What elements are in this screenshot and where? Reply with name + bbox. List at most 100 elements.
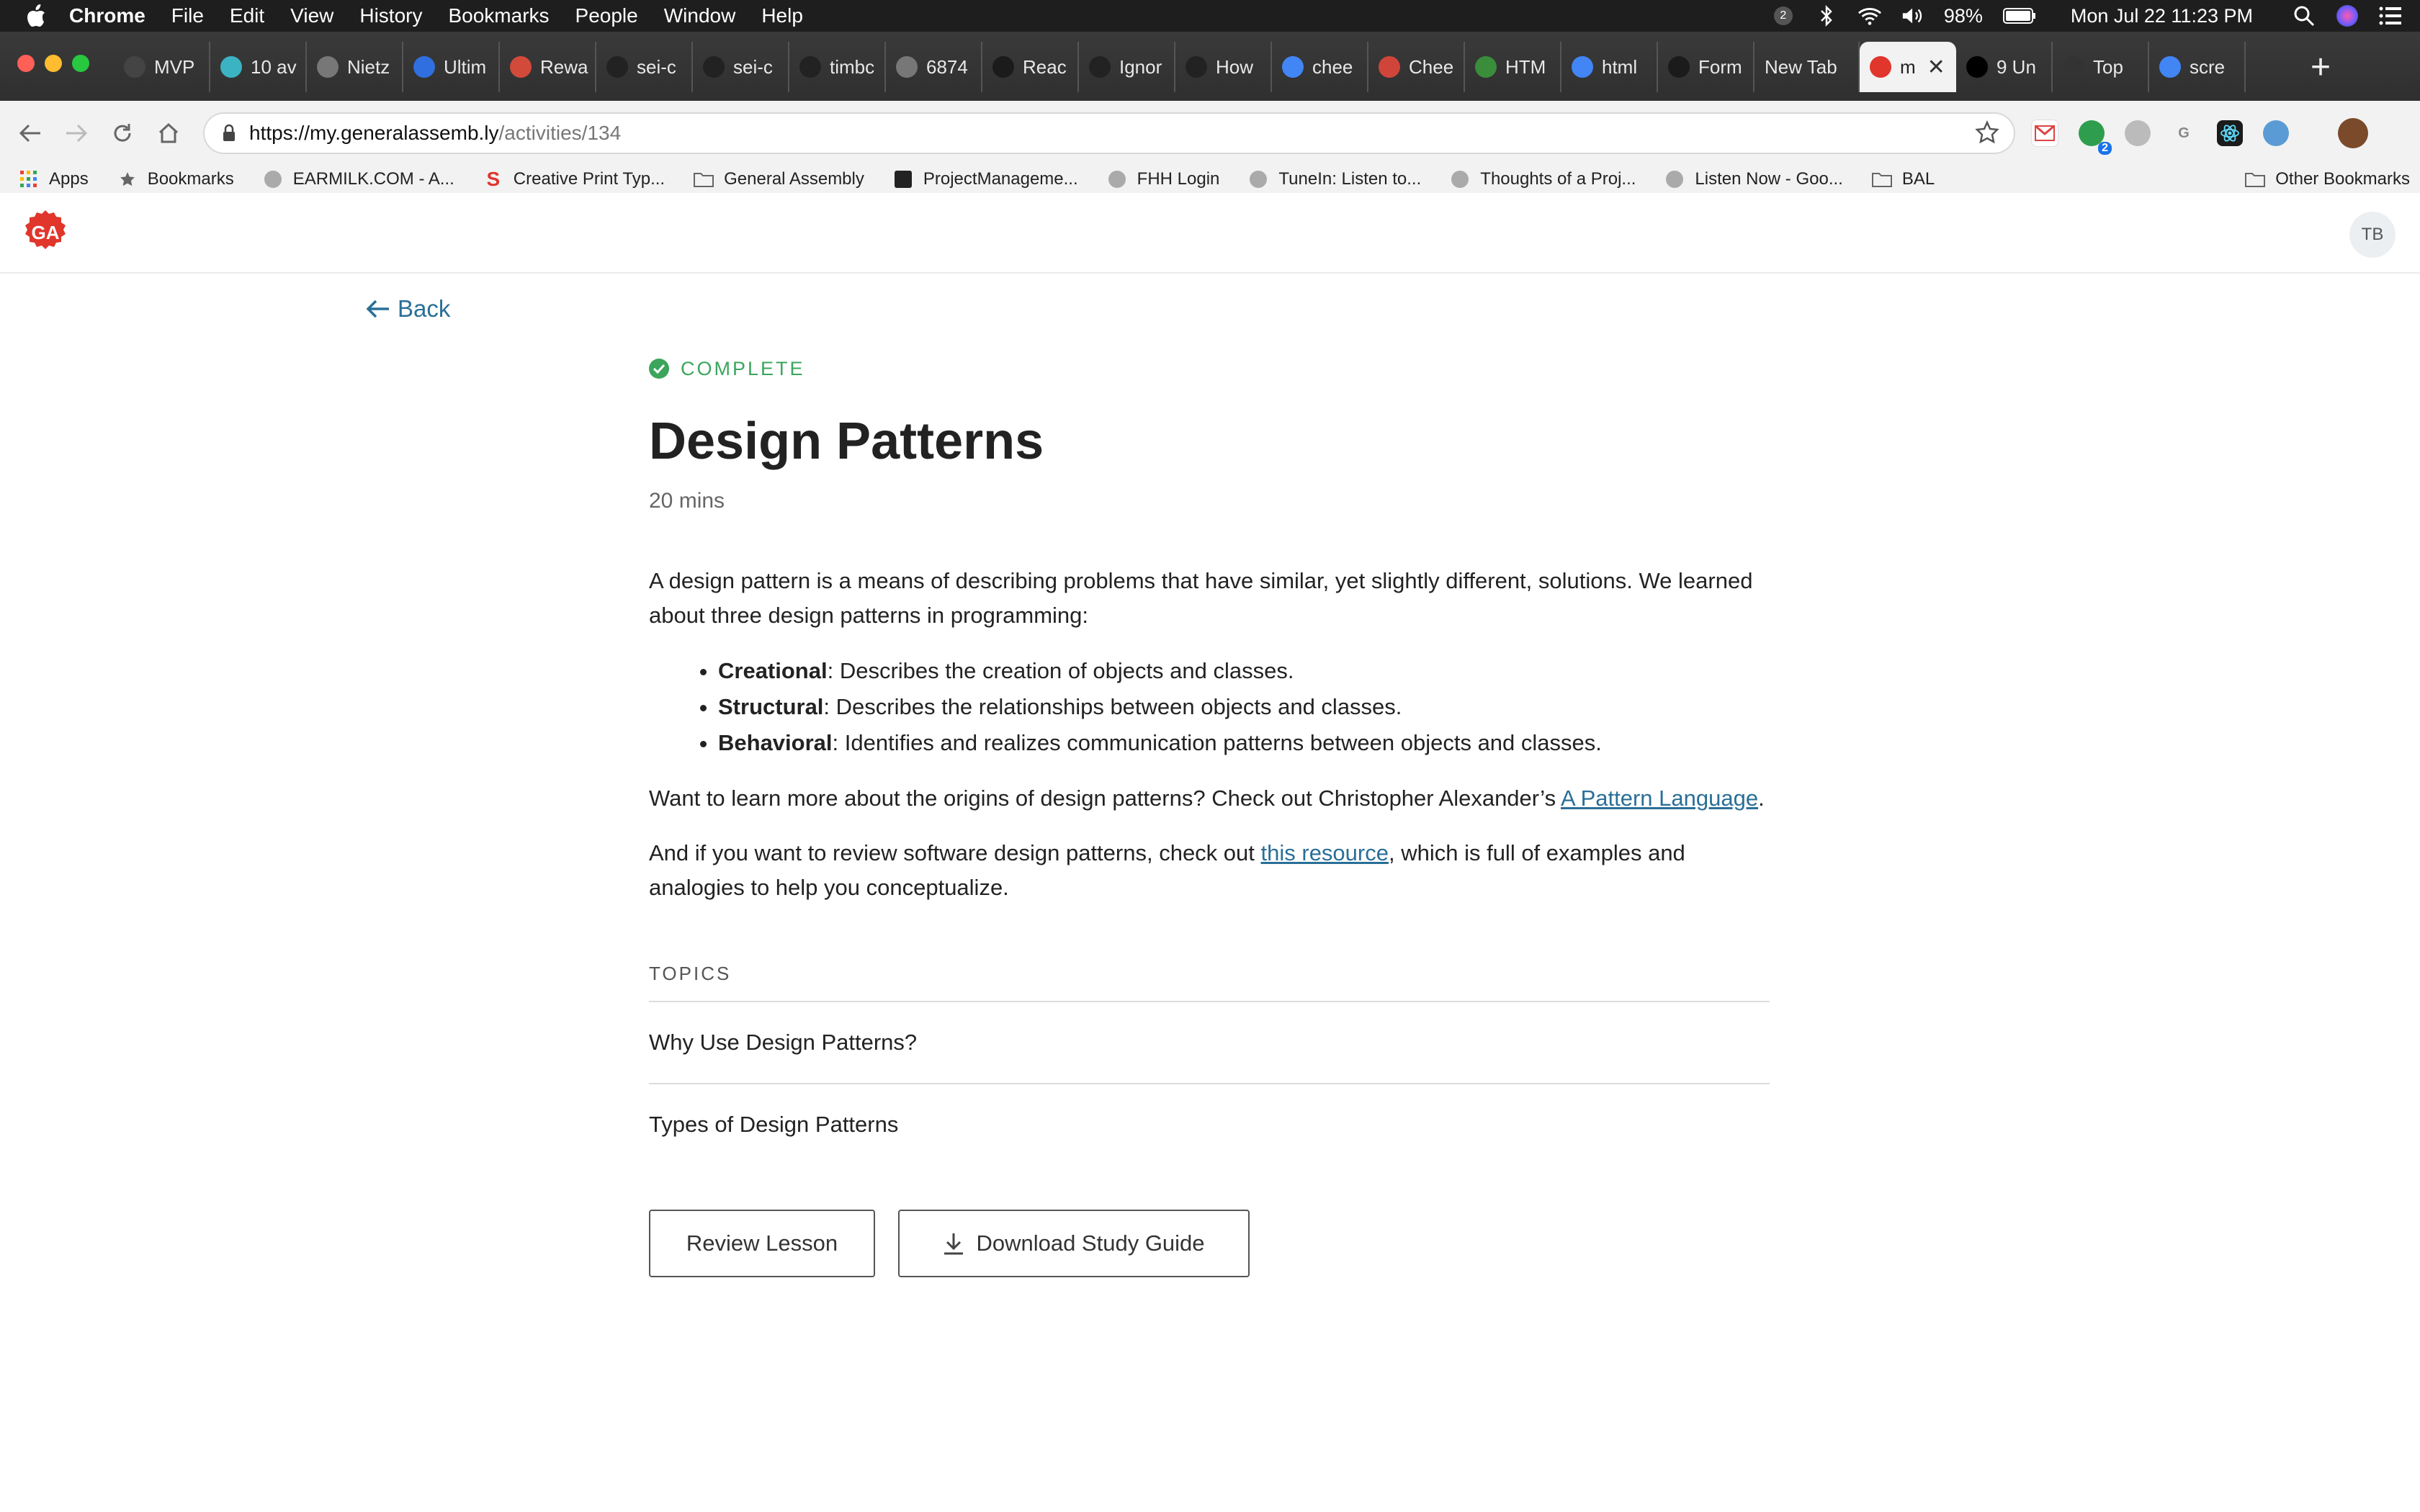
battery-icon[interactable] bbox=[2002, 4, 2038, 28]
new-tab-button[interactable]: + bbox=[2311, 42, 2331, 92]
tab-20[interactable]: Top bbox=[2053, 42, 2149, 92]
menu-history[interactable]: History bbox=[359, 4, 422, 27]
topic-why-use-design-patterns[interactable]: Why Use Design Patterns? bbox=[649, 1001, 1770, 1083]
download-study-guide-button[interactable]: Download Study Guide bbox=[898, 1210, 1250, 1278]
menu-view[interactable]: View bbox=[290, 4, 333, 27]
back-link[interactable]: Back bbox=[366, 295, 450, 323]
tab-15[interactable]: html bbox=[1561, 42, 1658, 92]
reload-icon[interactable] bbox=[99, 110, 145, 156]
green-extension-icon[interactable]: 2 bbox=[2079, 120, 2112, 155]
gmail-extension-icon[interactable] bbox=[2031, 120, 2058, 147]
clock[interactable]: Mon Jul 22 11:23 PM bbox=[2071, 5, 2253, 27]
stripes-icon bbox=[1379, 56, 1400, 78]
volume-icon[interactable] bbox=[1901, 4, 1925, 28]
minimize-window-icon[interactable] bbox=[45, 55, 62, 72]
bookmark-star-icon[interactable] bbox=[1975, 120, 1999, 150]
profile-avatar-icon[interactable] bbox=[2338, 118, 2368, 148]
home-icon[interactable] bbox=[145, 110, 192, 156]
bookmark-item[interactable]: S Creative Print Typ... bbox=[483, 168, 666, 190]
this-resource-link[interactable]: this resource bbox=[1261, 840, 1389, 865]
menu-file[interactable]: File bbox=[171, 4, 204, 27]
react-icon bbox=[992, 56, 1014, 78]
apple-icon[interactable] bbox=[26, 4, 49, 27]
bookmark-item[interactable]: Bookmarks bbox=[117, 169, 234, 189]
bookmark-item[interactable]: Listen Now - Goo... bbox=[1664, 169, 1843, 189]
bookmark-item[interactable]: TuneIn: Listen to... bbox=[1248, 169, 1421, 189]
circle-extension-icon[interactable] bbox=[2125, 120, 2151, 146]
tab-17[interactable]: New Tab bbox=[1754, 42, 1860, 92]
tab-label: New Tab bbox=[1765, 55, 1837, 78]
download-icon bbox=[944, 1233, 964, 1255]
tab-13[interactable]: Chee bbox=[1368, 42, 1465, 92]
tab-10[interactable]: Ignor bbox=[1079, 42, 1175, 92]
menu-chrome[interactable]: Chrome bbox=[69, 4, 145, 27]
close-tab-icon[interactable]: ✕ bbox=[1927, 55, 1945, 80]
review-paragraph: And if you want to review software desig… bbox=[649, 836, 1773, 905]
tab-5[interactable]: sei-c bbox=[596, 42, 693, 92]
review-lesson-button[interactable]: Review Lesson bbox=[649, 1210, 875, 1278]
lock-icon[interactable] bbox=[222, 124, 236, 143]
tab-21[interactable]: scre bbox=[2149, 42, 2246, 92]
pattern-name: Structural bbox=[718, 694, 824, 720]
bookmark-item[interactable]: General Assembly bbox=[694, 169, 864, 189]
blue-swirl-extension-icon[interactable] bbox=[2263, 120, 2289, 146]
tab-18[interactable]: m ✕ bbox=[1860, 42, 1956, 92]
bookmark-item[interactable]: Thoughts of a Proj... bbox=[1450, 169, 1636, 189]
extension-icons: 2 G bbox=[2031, 112, 2368, 155]
intro-paragraph: A design pattern is a means of describin… bbox=[649, 568, 1753, 629]
menu-bookmarks[interactable]: Bookmarks bbox=[448, 4, 549, 27]
bookmark-item[interactable]: EARMILK.COM - A... bbox=[263, 169, 454, 189]
bookmark-label: Creative Print Typ... bbox=[513, 169, 666, 189]
menu-people[interactable]: People bbox=[575, 4, 638, 27]
siri-icon[interactable] bbox=[2335, 4, 2360, 28]
user-avatar[interactable]: TB bbox=[2349, 212, 2396, 258]
tab-2[interactable]: Nietz bbox=[307, 42, 403, 92]
bookmark-label: TuneIn: Listen to... bbox=[1278, 169, 1422, 189]
site-header: GA TB bbox=[0, 193, 2420, 274]
forward-nav-icon[interactable] bbox=[53, 110, 99, 156]
tab-14[interactable]: HTM bbox=[1465, 42, 1561, 92]
notification-badge-icon[interactable]: 2 bbox=[1771, 4, 1796, 28]
w3-icon bbox=[1475, 56, 1497, 78]
tab-3[interactable]: Ultim bbox=[403, 42, 500, 92]
bookmark-item[interactable]: Apps bbox=[19, 169, 89, 189]
bookmark-item[interactable]: BAL bbox=[1871, 169, 1935, 189]
other-bookmarks[interactable]: Other Bookmarks bbox=[2245, 169, 2410, 189]
tab-label: MVP bbox=[154, 55, 195, 78]
bluetooth-icon[interactable] bbox=[1814, 4, 1839, 28]
tab-label: 6874 bbox=[926, 55, 968, 78]
menu-window[interactable]: Window bbox=[664, 4, 736, 27]
google-icon bbox=[2159, 56, 2181, 78]
zoom-window-icon[interactable] bbox=[72, 55, 89, 72]
tab-7[interactable]: timbc bbox=[789, 42, 886, 92]
tab-11[interactable]: How bbox=[1175, 42, 1272, 92]
topic-types-of-design-patterns[interactable]: Types of Design Patterns bbox=[649, 1083, 1770, 1165]
close-window-icon[interactable] bbox=[17, 55, 35, 72]
menu-edit[interactable]: Edit bbox=[230, 4, 264, 27]
tab-9[interactable]: Reac bbox=[982, 42, 1079, 92]
bookmark-item[interactable]: ProjectManageme... bbox=[893, 169, 1078, 189]
spotlight-search-icon[interactable] bbox=[2292, 4, 2316, 28]
bookmark-item[interactable]: FHH Login bbox=[1107, 169, 1219, 189]
address-bar[interactable]: https://my.generalassemb.ly/activities/1… bbox=[203, 112, 2015, 154]
tab-12[interactable]: chee bbox=[1272, 42, 1368, 92]
notification-center-icon[interactable] bbox=[2378, 4, 2403, 28]
pattern-language-link[interactable]: A Pattern Language bbox=[1561, 786, 1758, 811]
menu-help[interactable]: Help bbox=[761, 4, 803, 27]
ga-logo-icon[interactable]: GA bbox=[22, 209, 69, 260]
status-badge: COMPLETE bbox=[649, 353, 1773, 384]
tab-1[interactable]: 10 av bbox=[210, 42, 307, 92]
tab-0[interactable]: MVP bbox=[114, 42, 210, 92]
tab-19[interactable]: 9 Un bbox=[1956, 42, 2053, 92]
back-nav-icon[interactable] bbox=[7, 110, 53, 156]
tab-16[interactable]: Form bbox=[1658, 42, 1754, 92]
tab-8[interactable]: 6874 bbox=[886, 42, 982, 92]
url-path: /activities/134 bbox=[498, 122, 622, 144]
wifi-icon[interactable] bbox=[1857, 4, 1882, 28]
tab-4[interactable]: Rewa bbox=[500, 42, 596, 92]
react-devtools-icon[interactable] bbox=[2217, 120, 2243, 146]
tab-6[interactable]: sei-c bbox=[693, 42, 789, 92]
svg-text:GA: GA bbox=[32, 222, 60, 243]
grammarly-extension-icon[interactable]: G bbox=[2171, 120, 2197, 146]
browser-tab-strip: MVP 10 av Nietz Ultim Rewa sei-c sei-c timbc 687… bbox=[0, 32, 2420, 101]
